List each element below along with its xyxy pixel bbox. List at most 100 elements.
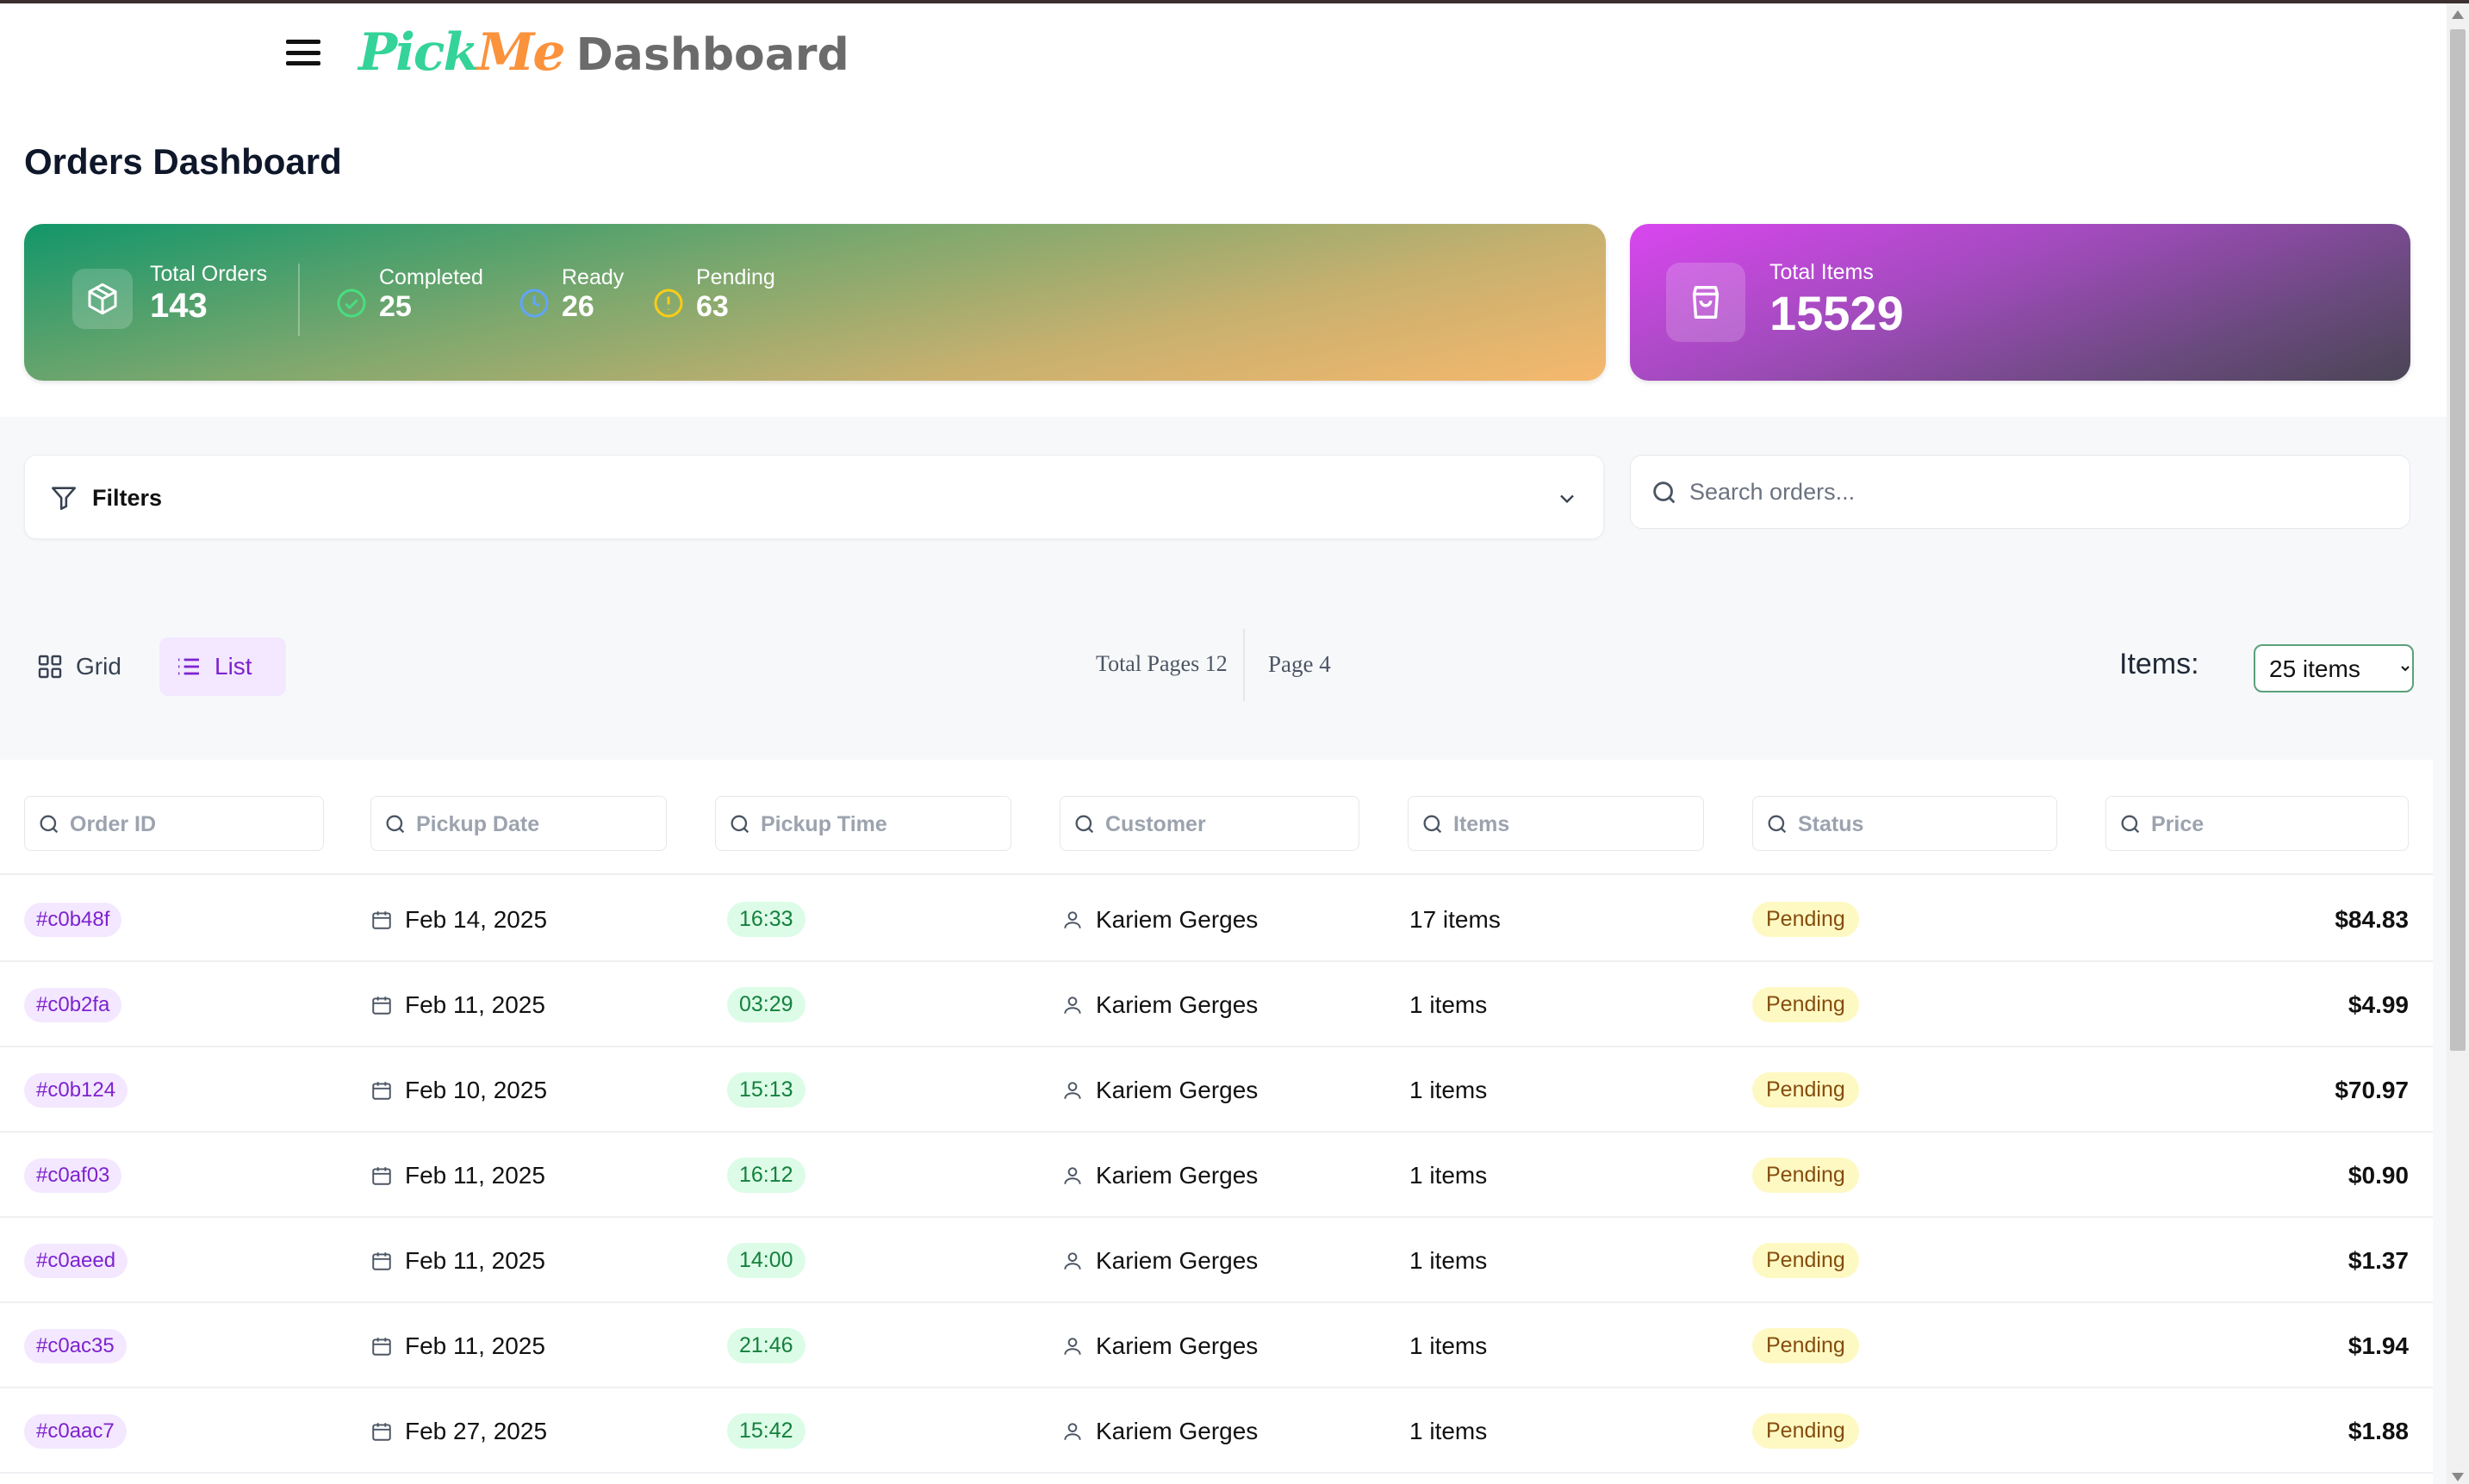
price-cell: $4.99: [2348, 962, 2409, 1047]
search-input[interactable]: [1689, 468, 2379, 516]
table-row[interactable]: #c0b2fa Feb 11, 2025 03:29 Kariem Gerges 1 i…: [0, 962, 2433, 1047]
order-id-cell: #c0b124: [24, 1047, 128, 1133]
scroll-thumb[interactable]: [2450, 29, 2466, 1051]
search-icon: [731, 815, 749, 834]
filter-icon: [51, 487, 77, 511]
order-id-badge[interactable]: #c0b2fa: [24, 987, 122, 1022]
status-cell: Pending: [1752, 1133, 1859, 1218]
grid-icon: [38, 655, 62, 679]
logo-pick: Pick: [358, 22, 479, 83]
list-view-button[interactable]: List: [159, 637, 286, 696]
customer-cell: Kariem Gerges: [1061, 1047, 1258, 1133]
completed-value: 25: [379, 290, 412, 323]
pickup-time-badge: 15:42: [727, 1413, 805, 1449]
price-value: $84.83: [2335, 905, 2409, 933]
price-filter-input[interactable]: [2151, 805, 2401, 843]
page-title: Orders Dashboard: [24, 141, 342, 182]
brand-logo[interactable]: Pick Me Dashboard: [358, 22, 849, 83]
pickup-time-filter-input[interactable]: [761, 805, 1004, 843]
items-filter: [1408, 796, 1704, 851]
items-count: 17 items: [1409, 905, 1501, 933]
order-id-cell: #c0b48f: [24, 877, 122, 962]
customer-name: Kariem Gerges: [1096, 1076, 1259, 1103]
order-id-badge[interactable]: #c0af03: [24, 1158, 122, 1193]
status-badge: Pending: [1752, 1158, 1859, 1193]
order-id-filter-input[interactable]: [70, 805, 316, 843]
order-id-cell: #c0b2fa: [24, 962, 122, 1047]
clock-icon: [519, 289, 549, 318]
customer-cell: Kariem Gerges: [1061, 1303, 1258, 1388]
chevron-down-icon: [1560, 494, 1574, 504]
order-id-badge[interactable]: #c0ac35: [24, 1328, 127, 1363]
scroll-up-arrow[interactable]: [2452, 10, 2464, 19]
filters-toggle[interactable]: Filters: [24, 455, 1604, 539]
pickup-date: Feb 14, 2025: [405, 905, 548, 933]
logo-dashboard: Dashboard: [575, 29, 849, 81]
user-icon: [1061, 909, 1084, 931]
pickup-date: Feb 27, 2025: [405, 1417, 548, 1444]
price-cell: $70.97: [2335, 1047, 2409, 1133]
customer-cell: Kariem Gerges: [1061, 877, 1258, 962]
items-count: 1 items: [1409, 1332, 1488, 1359]
scroll-down-arrow[interactable]: [2452, 1473, 2464, 1481]
order-id-badge[interactable]: #c0aac7: [24, 1413, 127, 1449]
total-pages: Total Pages 12: [1096, 651, 1228, 676]
search-icon: [40, 815, 59, 834]
orders-table: #c0b48f Feb 14, 2025 16:33 Kariem Gerges 17 …: [0, 760, 2433, 1484]
customer-name: Kariem Gerges: [1096, 1246, 1259, 1274]
order-id-badge[interactable]: #c0b124: [24, 1072, 128, 1108]
pagination-divider: [1243, 629, 1245, 701]
status-badge: Pending: [1752, 1328, 1859, 1363]
page-size-select[interactable]: 25 items: [2254, 644, 2414, 692]
table-row[interactable]: #c0af03 Feb 11, 2025 16:12 Kariem Gerges 1 i…: [0, 1133, 2433, 1218]
completed-stat: Completed 25: [336, 265, 483, 324]
price-cell: $0.90: [2348, 1133, 2409, 1218]
table-row[interactable]: #c0b124 Feb 10, 2025 15:13 Kariem Gerges 1 i…: [0, 1047, 2433, 1133]
items-cell: 1 items: [1409, 962, 1487, 1047]
order-id-badge[interactable]: #c0aeed: [24, 1243, 128, 1278]
status-filter-input[interactable]: [1798, 805, 2049, 843]
price-value: $1.88: [2348, 1417, 2409, 1444]
items-cell: 1 items: [1409, 1218, 1487, 1303]
items-cell: 1 items: [1409, 1388, 1487, 1474]
search-icon: [1653, 481, 1676, 504]
customer-filter-input[interactable]: [1105, 805, 1352, 843]
customer-filter: [1060, 796, 1359, 851]
pickup-date: Feb 11, 2025: [405, 1332, 545, 1359]
table-row[interactable]: #c0b48f Feb 14, 2025 16:33 Kariem Gerges 17 …: [0, 877, 2433, 962]
search-icon: [386, 815, 405, 834]
shopping-bag-icon: [1666, 263, 1745, 342]
ready-stat: Ready 26: [519, 265, 624, 324]
user-icon: [1061, 1420, 1084, 1443]
status-cell: Pending: [1752, 1388, 1859, 1474]
customer-name: Kariem Gerges: [1096, 1332, 1259, 1359]
table-header: [0, 760, 2433, 875]
pickup-time-cell: 16:12: [727, 1133, 805, 1218]
items-count: 1 items: [1409, 1417, 1488, 1444]
pickup-date-filter-input[interactable]: [416, 805, 659, 843]
pickup-date-cell: Feb 11, 2025: [370, 962, 545, 1047]
scrollbar[interactable]: [2447, 3, 2469, 1484]
order-id-badge[interactable]: #c0b48f: [24, 902, 122, 937]
grid-view-button[interactable]: Grid: [21, 637, 137, 696]
filters-label: Filters: [92, 485, 163, 511]
table-row[interactable]: #c0aac7 Feb 27, 2025 15:42 Kariem Gerges 1 i…: [0, 1388, 2433, 1474]
table-row[interactable]: #c0ac35 Feb 11, 2025 21:46 Kariem Gerges 1 i…: [0, 1303, 2433, 1388]
calendar-icon: [370, 1079, 393, 1102]
menu-icon[interactable]: [286, 40, 320, 65]
items-filter-input[interactable]: [1453, 805, 1696, 843]
pickup-date-cell: Feb 11, 2025: [370, 1303, 545, 1388]
status-cell: Pending: [1752, 1303, 1859, 1388]
order-id-filter: [24, 796, 324, 851]
calendar-icon: [370, 909, 393, 931]
pickup-time-badge: 16:33: [727, 902, 805, 937]
order-id-cell: #c0aeed: [24, 1218, 128, 1303]
page-size-label: Items:: [2119, 648, 2199, 680]
items-count: 1 items: [1409, 990, 1488, 1018]
order-id-cell: #c0aac7: [24, 1388, 127, 1474]
pickup-date-cell: Feb 11, 2025: [370, 1133, 545, 1218]
total-orders-value: 143: [150, 287, 208, 325]
calendar-icon: [370, 1250, 393, 1272]
items-count: 1 items: [1409, 1161, 1488, 1189]
table-row[interactable]: #c0aeed Feb 11, 2025 14:00 Kariem Gerges 1 i…: [0, 1218, 2433, 1303]
